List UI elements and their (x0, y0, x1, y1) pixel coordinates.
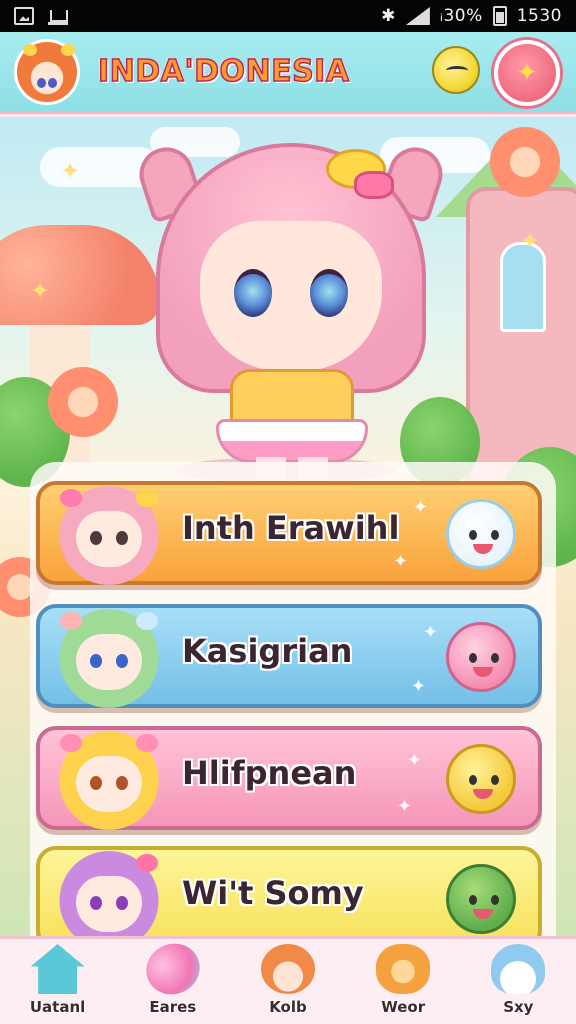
menu-item-label: Wi't Somy (182, 874, 364, 912)
bluetooth-icon: ✱ (381, 6, 396, 26)
menu-item-3[interactable]: Hlifpnean ✦ ✦ (36, 720, 542, 830)
gallery-icon (14, 7, 34, 25)
avatar-eye-left (90, 896, 102, 910)
menu-item-label: Kasigrian (182, 632, 353, 670)
menu-item-2[interactable]: Kasigrian ✦ ✦ (36, 598, 542, 708)
clock: 1530 (516, 6, 562, 26)
avatar-eye-right (116, 531, 128, 545)
sparkle-icon: ✦ (422, 622, 438, 643)
hero-eye-left (234, 269, 272, 317)
avatar-eye-right (116, 896, 128, 910)
flower (490, 127, 560, 197)
bow-icon (354, 171, 394, 199)
bow-icon (136, 734, 158, 752)
home-icon (30, 944, 85, 994)
nav-label: Eares (149, 998, 197, 1016)
chick-mascot-icon[interactable] (432, 46, 480, 94)
character-avatar (54, 720, 164, 830)
menu-item-label: Inth Erawihl (182, 509, 400, 547)
nav-label: Sxy (503, 998, 534, 1016)
ghost-cat-pet-icon (446, 499, 516, 569)
flower-icon (136, 612, 158, 630)
sparkle-icon: ✦ (516, 58, 538, 88)
green-frog-pet-icon (446, 864, 516, 934)
status-right: ✱ ᵢ30% 1530 (381, 6, 562, 26)
bow-icon (136, 489, 158, 507)
nav-label: Weor (381, 998, 426, 1016)
sparkle-icon: ✦ (392, 551, 408, 572)
status-bar: ✱ ᵢ30% 1530 (0, 0, 576, 32)
avatar-eye-left (90, 654, 102, 668)
sparkle-icon: ✦ (412, 497, 428, 518)
bear-icon (376, 944, 431, 994)
avatar-face (76, 511, 142, 567)
avatar-eye-right (116, 776, 128, 790)
pink-blob-pet-icon (446, 622, 516, 692)
avatar-face (76, 634, 142, 690)
slime-icon (491, 944, 546, 994)
character-avatar (54, 475, 164, 585)
status-left (14, 7, 68, 25)
menu-item-4[interactable]: Wi't Somy (36, 840, 542, 950)
nav-label: Uatanl (29, 998, 86, 1016)
nav-item-character[interactable]: Kolb (236, 944, 340, 1016)
sparkle-icon: ✦ (396, 796, 412, 817)
avatar-eye-right (116, 654, 128, 668)
bottom-nav: Uatanl Eares Kolb Weor Sxy (0, 934, 576, 1024)
hero-eye-right (310, 269, 348, 317)
nav-item-home[interactable]: Uatanl (6, 944, 110, 1016)
flower-icon (60, 612, 82, 630)
character-icon (260, 944, 315, 994)
sparkle-icon: ✦ (410, 676, 426, 697)
sparkle-icon: ✦ (520, 227, 541, 255)
nav-item-slime[interactable]: Sxy (466, 944, 570, 1016)
profile-avatar[interactable] (14, 38, 80, 105)
menu-button[interactable]: ✦ (494, 40, 560, 106)
store-icon (48, 7, 68, 25)
hero-character[interactable] (132, 119, 450, 485)
character-avatar (54, 840, 164, 950)
nav-item-bear[interactable]: Weor (351, 944, 455, 1016)
bow-icon (60, 489, 82, 507)
nav-item-potion[interactable]: Eares (121, 934, 225, 1016)
avatar-face (76, 756, 142, 812)
avatar-eye-left (90, 776, 102, 790)
flower (48, 367, 118, 437)
nav-label: Kolb (269, 998, 307, 1016)
signal-icon (405, 7, 430, 25)
avatar-face (76, 876, 142, 932)
menu-item-label: Hlifpnean (182, 754, 357, 792)
battery-icon (492, 6, 507, 26)
app-title: INDA'DONESIA (97, 53, 350, 90)
character-avatar (54, 598, 164, 708)
menu-item-1[interactable]: Inth Erawihl ✦ ✦ (36, 475, 542, 585)
avatar-eye-left (37, 77, 46, 88)
battery-percent: ᵢ30% (439, 6, 483, 26)
tower-window (500, 242, 546, 332)
app-header: INDA'DONESIA ✦ (0, 32, 576, 114)
yellow-cat-pet-icon (446, 744, 516, 814)
avatar-eye-right (48, 77, 57, 88)
sparkle-icon: ✦ (60, 157, 81, 185)
avatar-eye-left (90, 531, 102, 545)
bow-icon (23, 43, 37, 56)
bow-icon (60, 734, 82, 752)
sparkle-icon: ✦ (406, 750, 422, 771)
sparkle-icon: ✦ (30, 277, 51, 305)
bow-icon (136, 854, 158, 872)
potion-icon (137, 934, 208, 1004)
hero-face (200, 221, 382, 371)
